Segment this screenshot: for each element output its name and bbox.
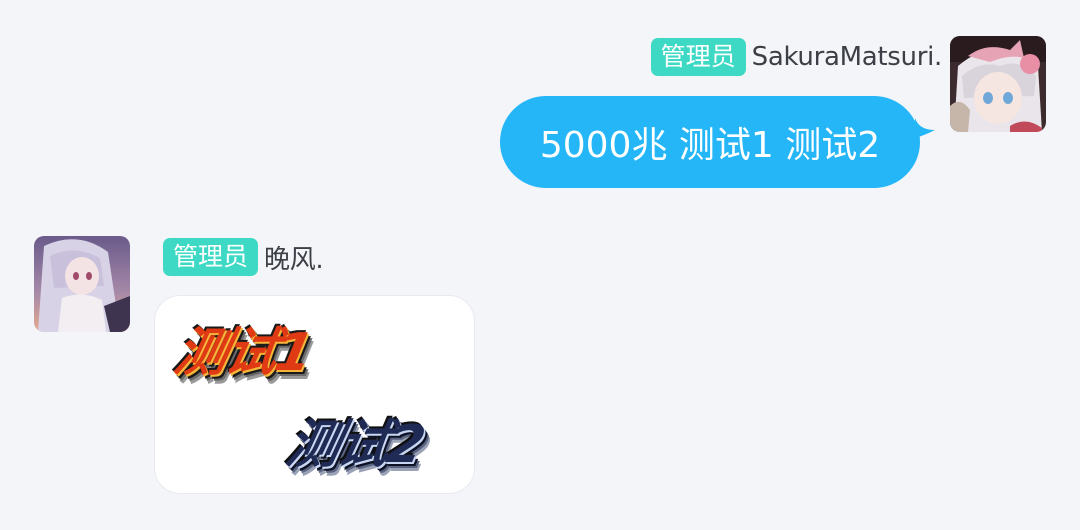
anime-girl-avatar-icon (950, 36, 1046, 132)
sender-nickname[interactable]: 晚风. (264, 239, 324, 276)
message-meta: 管理员 晚风. (163, 237, 324, 277)
art-text-line: 测试2 (281, 415, 429, 475)
sender-nickname[interactable]: SakuraMatsuri. (752, 42, 943, 72)
image-message[interactable]: 测试1 测试2 (154, 295, 475, 494)
role-badge: 管理员 (650, 38, 746, 76)
avatar[interactable] (34, 236, 130, 332)
avatar[interactable] (950, 36, 1046, 132)
art-text-line: 测试1 (169, 323, 317, 383)
bubble-tail (915, 118, 935, 138)
message-meta: 管理员 SakuraMatsuri. (650, 37, 943, 77)
message-bubble[interactable]: 5000兆 测试1 测试2 (500, 96, 920, 188)
anime-girl-avatar-icon (34, 236, 130, 332)
role-badge: 管理员 (163, 238, 259, 276)
